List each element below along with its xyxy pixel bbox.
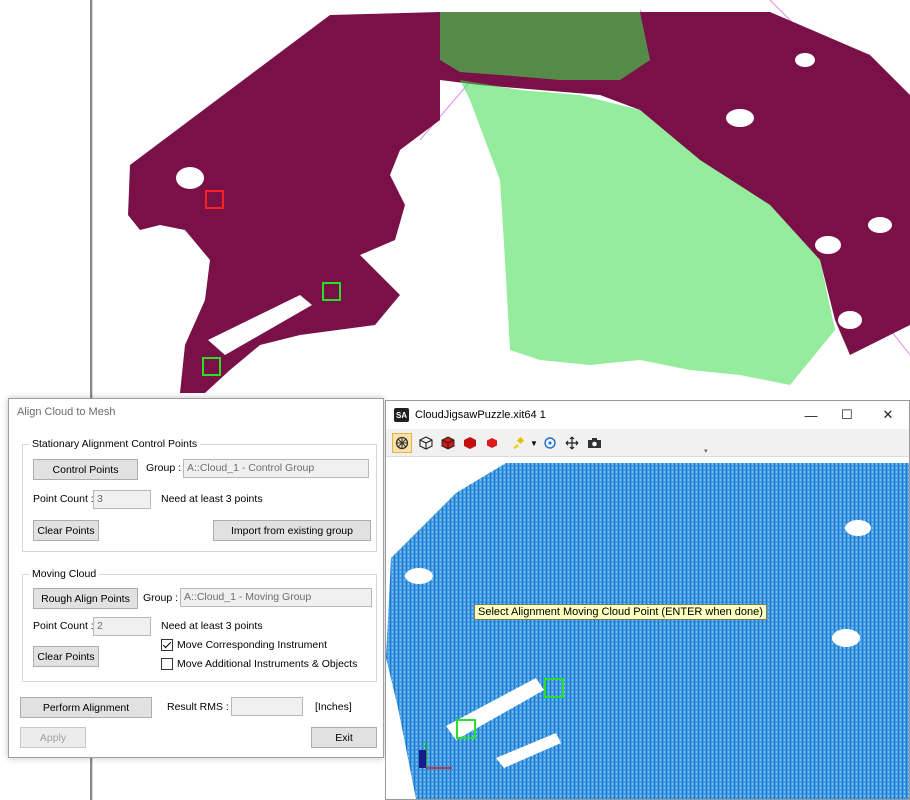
- stationary-need-text: Need at least 3 points: [161, 493, 263, 505]
- blue-cloud-scene: [386, 463, 909, 799]
- close-icon[interactable]: ✕: [873, 405, 903, 425]
- mesh-hole: [795, 53, 815, 67]
- units-label: [Inches]: [315, 701, 352, 713]
- camera-icon[interactable]: [584, 433, 604, 453]
- stationary-point-count-label: Point Count :: [33, 493, 94, 505]
- moving-point-count-label: Point Count :: [33, 620, 94, 632]
- status-tooltip: Select Alignment Moving Cloud Point (ENT…: [474, 604, 767, 620]
- stationary-point-count-field[interactable]: 3: [93, 490, 151, 509]
- exit-button[interactable]: Exit: [311, 727, 377, 748]
- maximize-icon[interactable]: ☐: [832, 405, 862, 425]
- moving-cloud-group: Moving Cloud Rough Align Points Group : …: [22, 568, 377, 682]
- pan-icon[interactable]: [562, 433, 582, 453]
- cloud-hole: [832, 629, 860, 647]
- stationary-group-label: Group :: [146, 462, 182, 474]
- mesh-surface: [128, 12, 440, 393]
- solid-cube-red-icon[interactable]: [460, 433, 480, 453]
- hex-red-icon[interactable]: [482, 433, 502, 453]
- window-3d-canvas[interactable]: Select Alignment Moving Cloud Point (ENT…: [386, 458, 909, 799]
- rotate-icon[interactable]: [540, 433, 560, 453]
- control-points-button[interactable]: Control Points: [33, 459, 138, 480]
- cloud-jigsaw-window: SA CloudJigsawPuzzle.xit64 1 — ☐ ✕ ▼ ▾ S…: [385, 400, 910, 800]
- blue-point-cloud: [386, 463, 909, 799]
- import-existing-group-button[interactable]: Import from existing group: [213, 520, 371, 541]
- perform-alignment-button[interactable]: Perform Alignment: [20, 697, 152, 718]
- move-instrument-label: Move Corresponding Instrument: [177, 639, 327, 651]
- axis-triad-icon: [419, 750, 426, 768]
- sa-logo-icon: SA: [394, 408, 409, 422]
- stationary-legend: Stationary Alignment Control Points: [29, 438, 201, 450]
- mesh-hole: [726, 109, 754, 127]
- tools-icon[interactable]: [392, 433, 412, 453]
- window-titlebar[interactable]: SA CloudJigsawPuzzle.xit64 1 — ☐ ✕: [386, 401, 909, 429]
- moving-legend: Moving Cloud: [29, 568, 100, 580]
- stationary-group: Stationary Alignment Control Points Cont…: [22, 438, 377, 552]
- toolbar-overflow-icon[interactable]: ▾: [704, 447, 708, 455]
- move-instrument-checkbox[interactable]: Move Corresponding Instrument: [161, 639, 327, 651]
- minimize-icon[interactable]: —: [796, 405, 826, 425]
- moving-point-count-field[interactable]: 2: [93, 617, 151, 636]
- mesh-hole: [868, 217, 892, 233]
- move-additional-checkbox[interactable]: Move Additional Instruments & Objects: [161, 658, 357, 670]
- apply-button[interactable]: Apply: [20, 727, 86, 748]
- mesh-hole: [815, 236, 841, 254]
- stationary-group-field[interactable]: A::Cloud_1 - Control Group: [183, 459, 369, 478]
- mesh-hole: [838, 311, 862, 329]
- checkbox-checked-icon[interactable]: [161, 639, 173, 651]
- window-title: CloudJigsawPuzzle.xit64 1: [415, 409, 546, 421]
- shaded-cube-red-icon[interactable]: [438, 433, 458, 453]
- moving-need-text: Need at least 3 points: [161, 620, 263, 632]
- mesh-hole: [176, 167, 204, 189]
- cloud-hole: [405, 568, 433, 584]
- wireframe-cube-icon[interactable]: [416, 433, 436, 453]
- green-point-cloud-top: [440, 12, 650, 80]
- stationary-clear-points-button[interactable]: Clear Points: [33, 520, 99, 541]
- moving-clear-points-button[interactable]: Clear Points: [33, 646, 99, 667]
- result-rms-label: Result RMS :: [167, 701, 229, 713]
- window-toolbar: ▼ ▾: [386, 429, 909, 457]
- checkbox-unchecked-icon[interactable]: [161, 658, 173, 670]
- moving-group-label: Group :: [143, 592, 179, 604]
- rough-align-points-button[interactable]: Rough Align Points: [33, 588, 138, 609]
- align-cloud-to-mesh-dialog: Align Cloud to Mesh Stationary Alignment…: [8, 398, 384, 758]
- cloud-hole: [845, 520, 871, 536]
- moving-group-field[interactable]: A::Cloud_1 - Moving Group: [180, 588, 372, 607]
- move-additional-label: Move Additional Instruments & Objects: [177, 658, 358, 670]
- result-rms-field[interactable]: [231, 697, 303, 716]
- dialog-title: Align Cloud to Mesh: [17, 406, 116, 418]
